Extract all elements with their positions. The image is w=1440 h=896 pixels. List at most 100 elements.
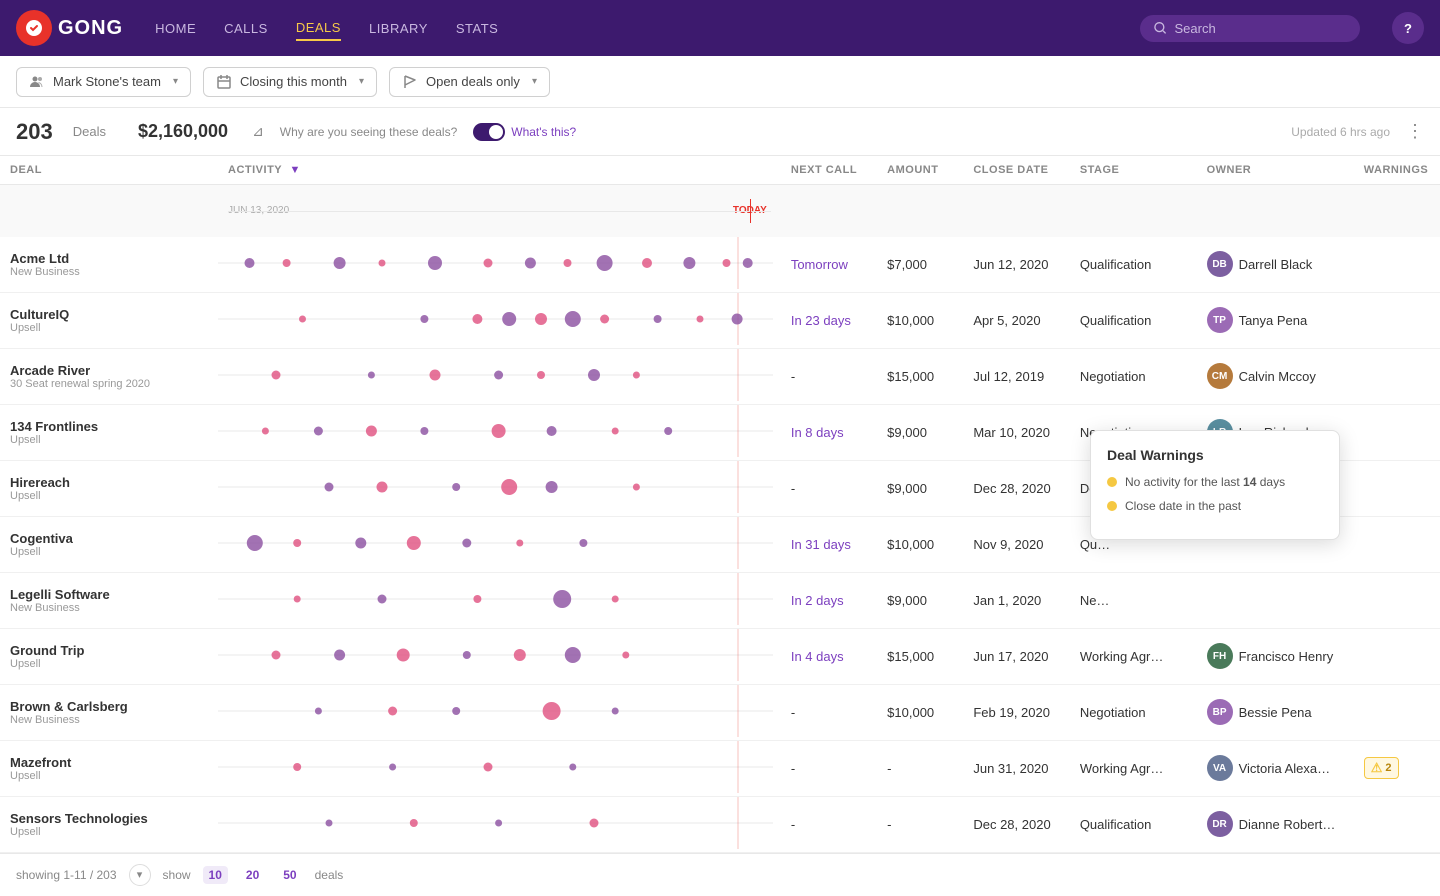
- owner-cell: DRDianne Robert…: [1197, 796, 1354, 852]
- owner-name: Calvin Mccoy: [1239, 369, 1316, 384]
- team-filter-label: Mark Stone's team: [53, 74, 161, 89]
- logo-mark: [16, 10, 52, 46]
- deal-cell: CogentivaUpsell: [0, 516, 218, 572]
- deal-name[interactable]: Acme Ltd: [10, 251, 208, 266]
- nav-calls[interactable]: CALLS: [224, 17, 268, 40]
- pagination-arrow[interactable]: ▾: [129, 864, 151, 886]
- deal-name[interactable]: Ground Trip: [10, 643, 208, 658]
- deal-name[interactable]: Mazefront: [10, 755, 208, 770]
- nav-home[interactable]: HOME: [155, 17, 196, 40]
- logo[interactable]: GONG: [16, 10, 123, 46]
- table-row[interactable]: Sensors TechnologiesUpsell--Dec 28, 2020…: [0, 796, 1440, 852]
- stage-cell: Qualification: [1070, 796, 1197, 852]
- page-50[interactable]: 50: [277, 866, 302, 884]
- warnings-cell: [1354, 292, 1440, 348]
- nav-deals[interactable]: DEALS: [296, 16, 341, 41]
- deal-cell: Sensors TechnologiesUpsell: [0, 796, 218, 852]
- deal-name[interactable]: CultureIQ: [10, 307, 208, 322]
- activity-timeline: [218, 685, 781, 737]
- close-date-cell: Jul 12, 2019: [963, 348, 1069, 404]
- warnings-cell: [1354, 404, 1440, 460]
- team-icon: [29, 74, 45, 90]
- deal-sub: Upsell: [10, 322, 208, 334]
- avatar: VA: [1207, 755, 1233, 781]
- next-call-cell: -: [781, 796, 877, 852]
- help-button[interactable]: ?: [1392, 12, 1424, 44]
- warning-badge[interactable]: ⚠2: [1364, 757, 1399, 779]
- activity-timeline: [218, 293, 781, 345]
- more-options-button[interactable]: ⋮: [1406, 121, 1424, 142]
- deals-filter[interactable]: Open deals only ▾: [389, 67, 550, 97]
- activity-cell: [218, 460, 781, 516]
- table-row[interactable]: Arcade River30 Seat renewal spring 2020-…: [0, 348, 1440, 404]
- stage-cell: Working Agr…: [1070, 628, 1197, 684]
- deal-name[interactable]: 134 Frontlines: [10, 419, 208, 434]
- close-date-cell: Nov 9, 2020: [963, 516, 1069, 572]
- activity-cell: [218, 796, 781, 852]
- warning-item-1: No activity for the last 14 days: [1107, 475, 1323, 489]
- page-10[interactable]: 10: [203, 866, 228, 884]
- table-row[interactable]: CultureIQUpsellIn 23 days$10,000Apr 5, 2…: [0, 292, 1440, 348]
- table-row[interactable]: Brown & CarlsbergNew Business-$10,000Feb…: [0, 684, 1440, 740]
- next-call-cell: -: [781, 348, 877, 404]
- close-date-cell: Dec 28, 2020: [963, 460, 1069, 516]
- next-call-cell: In 31 days: [781, 516, 877, 572]
- col-owner: OWNER: [1197, 156, 1354, 185]
- deal-name[interactable]: Hirereach: [10, 475, 208, 490]
- owner-cell: FHFrancisco Henry: [1197, 628, 1354, 684]
- activity-date-spacer: [0, 185, 218, 237]
- page-20[interactable]: 20: [240, 866, 265, 884]
- avatar: DB: [1207, 251, 1233, 277]
- activity-timeline: [218, 237, 781, 289]
- deal-name[interactable]: Legelli Software: [10, 587, 208, 602]
- amount-cell: $7,000: [877, 237, 963, 293]
- deal-sub: New Business: [10, 602, 208, 614]
- nav-stats[interactable]: STATS: [456, 17, 498, 40]
- table-row[interactable]: Acme LtdNew BusinessTomorrow$7,000Jun 12…: [0, 237, 1440, 293]
- avatar: FH: [1207, 643, 1233, 669]
- filter-icon[interactable]: ⊿: [252, 123, 264, 140]
- table-row[interactable]: Legelli SoftwareNew BusinessIn 2 days$9,…: [0, 572, 1440, 628]
- next-call-cell: -: [781, 740, 877, 796]
- owner-cell: VA Victoria Alexa…: [1197, 740, 1354, 796]
- deal-cell: HirereachUpsell: [0, 460, 218, 516]
- nav-library[interactable]: LIBRARY: [369, 17, 428, 40]
- closing-filter[interactable]: Closing this month ▾: [203, 67, 377, 97]
- deal-sub: Upsell: [10, 826, 208, 838]
- flag-icon: [402, 74, 418, 90]
- whats-this-link[interactable]: What's this?: [511, 125, 576, 139]
- col-close-date: CLOSE DATE: [963, 156, 1069, 185]
- owner-name: Victoria Alexa…: [1239, 761, 1331, 776]
- activity-timeline: [218, 573, 781, 625]
- warnings-cell: [1354, 628, 1440, 684]
- owner-name: Bessie Pena: [1239, 705, 1312, 720]
- deal-name[interactable]: Arcade River: [10, 363, 208, 378]
- close-date-cell: Jun 12, 2020: [963, 237, 1069, 293]
- table-row[interactable]: Ground TripUpsellIn 4 days$15,000Jun 17,…: [0, 628, 1440, 684]
- logo-text: GONG: [58, 17, 123, 40]
- avatar: BP: [1207, 699, 1233, 725]
- warnings-cell: [1354, 348, 1440, 404]
- table-row[interactable]: MazefrontUpsell--Jun 31, 2020Working Agr…: [0, 740, 1440, 796]
- team-filter[interactable]: Mark Stone's team ▾: [16, 67, 191, 97]
- activity-sort-icon[interactable]: ▼: [290, 164, 301, 176]
- deals-summary-bar: 203 Deals $2,160,000 ⊿ Why are you seein…: [0, 108, 1440, 156]
- deal-name[interactable]: Brown & Carlsberg: [10, 699, 208, 714]
- updated-text: Updated 6 hrs ago: [1291, 125, 1390, 139]
- close-date-cell: Dec 28, 2020: [963, 796, 1069, 852]
- close-date-cell: Jan 1, 2020: [963, 572, 1069, 628]
- deal-sub: Upsell: [10, 490, 208, 502]
- activity-timeline: [218, 741, 781, 793]
- toggle-switch[interactable]: [473, 123, 505, 141]
- activity-cell: [218, 740, 781, 796]
- team-filter-arrow: ▾: [173, 76, 178, 87]
- amount-cell: -: [877, 740, 963, 796]
- closing-filter-arrow: ▾: [359, 76, 364, 87]
- search-input[interactable]: [1175, 21, 1347, 36]
- activity-cell: [218, 237, 781, 293]
- search-bar[interactable]: [1140, 15, 1360, 42]
- deal-name[interactable]: Cogentiva: [10, 531, 208, 546]
- deal-name[interactable]: Sensors Technologies: [10, 811, 208, 826]
- why-text[interactable]: Why are you seeing these deals?: [280, 125, 457, 139]
- warnings-cell: [1354, 572, 1440, 628]
